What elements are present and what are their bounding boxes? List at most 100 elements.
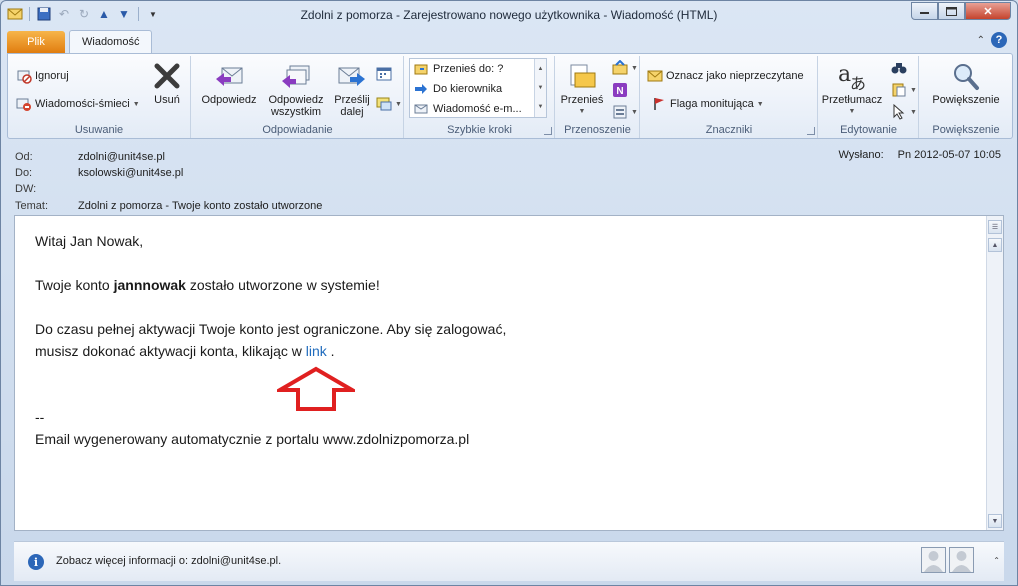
scroll-down-icon[interactable]: ▼ — [538, 85, 544, 91]
chevron-down-icon: ▼ — [395, 100, 402, 108]
header-from-row: Od: zdolni@unit4se.pl — [15, 149, 165, 165]
activation-instruction-text: musisz dokonać aktywacji konta, klikając… — [35, 340, 506, 362]
avatar[interactable] — [921, 547, 946, 573]
move-button[interactable]: Przenieś ▼ — [560, 60, 604, 118]
reply-all-label-2: wszystkim — [270, 106, 322, 118]
avatar[interactable] — [949, 547, 974, 573]
reply-all-label-1: Odpowiedz — [268, 94, 324, 106]
zoom-label: Powiększenie — [932, 94, 1000, 106]
quick-step-label: Przenieś do: ? — [433, 63, 504, 75]
username-text: jannnowak — [113, 277, 186, 293]
onenote-button[interactable]: N — [612, 82, 628, 98]
meeting-button[interactable] — [376, 66, 392, 82]
quick-step-team-email[interactable]: Wiadomość e-m... — [410, 99, 546, 119]
cc-label: DW: — [15, 183, 37, 195]
junk-button[interactable]: Wiadomości-śmieci ▼ — [16, 96, 140, 112]
ignore-button[interactable]: Ignoruj — [16, 68, 69, 84]
info-icon: i — [28, 554, 44, 570]
chevron-down-icon: ▼ — [848, 108, 856, 115]
ignore-icon — [16, 68, 32, 84]
window-title: Zdolni z pomorza - Zarejestrowano nowego… — [300, 8, 718, 22]
junk-icon — [16, 96, 32, 112]
forward-arrow-icon — [413, 81, 429, 97]
scroll-settings-icon[interactable]: ☰ — [988, 220, 1002, 234]
to-value[interactable]: ksolowski@unit4se.pl — [78, 167, 183, 179]
line1-post: zostało utworzone w systemie! — [185, 277, 380, 293]
mark-unread-button[interactable]: Oznacz jako nieprzeczytane — [647, 68, 804, 84]
header-subject-row: Temat: Zdolni z pomorza - Twoje konto zo… — [15, 198, 322, 214]
quick-step-label: Do kierownika — [433, 83, 503, 95]
title-bar: ↶ ↻ ▲ ▼ ▼ Zdolni z pomorza - Zarejestrow… — [1, 1, 1017, 29]
chevron-down-icon: ▼ — [756, 100, 764, 108]
binoculars-icon — [891, 60, 907, 76]
group-powiekszenie: Powiększenie Powiększenie — [920, 56, 1012, 138]
ignore-label: Ignoruj — [35, 70, 69, 82]
quick-step-move-to[interactable]: Przenieś do: ? — [410, 59, 546, 79]
delete-x-icon — [151, 60, 183, 92]
more-icon[interactable]: ▼ — [538, 104, 544, 110]
group-przenoszenie: Przenieś ▼ ▼ N ▼ Przenoszenie — [556, 56, 640, 138]
follow-up-button[interactable]: Flaga monitująca ▼ — [651, 96, 764, 112]
delete-button[interactable]: Usuń — [148, 60, 186, 106]
subject-value: Zdolni z pomorza - Twoje konto zostało u… — [78, 200, 323, 212]
chevron-down-icon: ▼ — [578, 108, 586, 115]
group-znaczniki: Oznacz jako nieprzeczytane Flaga monituj… — [641, 56, 818, 138]
reply-all-button[interactable]: Odpowiedz wszystkim — [264, 60, 328, 118]
scroll-up-icon[interactable]: ▲ — [988, 238, 1002, 252]
rules-button[interactable]: ▼ — [612, 60, 638, 76]
group-odpowiadanie: Odpowiedz Odpowiedz wszystkim Prześlij d… — [192, 56, 404, 138]
activation-link[interactable]: link — [306, 343, 327, 359]
red-arrow-annotation — [277, 366, 355, 411]
sent-value: Pn 2012-05-07 10:05 — [897, 149, 1001, 161]
more-respond-button[interactable]: ▼ — [376, 96, 402, 112]
from-value[interactable]: zdolni@unit4se.pl — [78, 151, 165, 163]
flag-icon — [651, 96, 667, 112]
maximize-button[interactable] — [938, 2, 965, 20]
find-button[interactable] — [891, 60, 907, 76]
actions-button[interactable]: ▼ — [612, 104, 638, 120]
junk-label: Wiadomości-śmieci — [35, 98, 130, 110]
group-label-usuwanie: Usuwanie — [74, 124, 124, 136]
activation-info-text: Do czasu pełnej aktywacji Twoje konto je… — [35, 321, 507, 337]
quick-steps-scroll[interactable]: ▲ ▼ ▼ — [534, 59, 546, 117]
zoom-button[interactable]: Powiększenie — [924, 60, 1008, 106]
envelope-arrow-icon — [413, 101, 429, 117]
move-label: Przenieś — [560, 94, 604, 106]
group-label-powiekszenie: Powiększenie — [932, 124, 1000, 136]
minimize-ribbon-icon[interactable]: ⌃ — [977, 35, 985, 46]
sent-info: Wysłano: Pn 2012-05-07 10:05 — [838, 149, 1001, 161]
close-button[interactable]: ✕ — [965, 2, 1011, 20]
magnifier-icon — [950, 60, 982, 92]
scroll-up-icon[interactable]: ▲ — [538, 66, 544, 72]
reply-all-icon — [280, 60, 312, 92]
minimize-button[interactable] — [911, 2, 938, 20]
im-icon — [376, 96, 392, 112]
calendar-icon — [376, 66, 392, 82]
svg-text:N: N — [616, 86, 623, 97]
forward-button[interactable]: Prześlij dalej — [330, 60, 374, 118]
reply-button[interactable]: Odpowiedz — [198, 60, 260, 106]
vertical-scrollbar[interactable]: ☰ ▲ ▼ — [986, 216, 1003, 530]
cursor-icon — [891, 104, 907, 120]
greeting-text: Witaj Jan Nowak, — [35, 233, 144, 249]
group-label-odpowiadanie: Odpowiadanie — [262, 124, 333, 136]
tab-file[interactable]: Plik — [7, 31, 65, 53]
related-icon — [891, 82, 907, 98]
translate-button[interactable]: aあ Przetłumacz ▼ — [821, 60, 883, 118]
quick-step-to-manager[interactable]: Do kierownika — [410, 79, 546, 99]
rules-icon — [612, 60, 628, 76]
window-controls: ✕ — [911, 2, 1011, 20]
related-button[interactable]: ▼ — [891, 82, 917, 98]
people-pane-text[interactable]: Zobacz więcej informacji o: zdolni@unit4… — [56, 555, 281, 567]
outlook-message-window: ↶ ↻ ▲ ▼ ▼ Zdolni z pomorza - Zarejestrow… — [0, 0, 1018, 586]
group-label-szybkie-kroki: Szybkie kroki — [447, 124, 512, 136]
message-body[interactable]: Witaj Jan Nowak, Twoje konto jannnowak z… — [14, 215, 1004, 531]
expand-people-pane-icon[interactable]: ⌃ — [993, 556, 1000, 565]
select-button[interactable]: ▼ — [891, 104, 917, 120]
header-to-row: Do: ksolowski@unit4se.pl — [15, 165, 183, 181]
envelope-unread-icon — [647, 68, 663, 84]
tab-message[interactable]: Wiadomość — [69, 30, 153, 53]
scroll-down-icon[interactable]: ▼ — [988, 514, 1002, 528]
help-icon[interactable]: ? — [991, 32, 1007, 48]
actions-icon — [612, 104, 628, 120]
